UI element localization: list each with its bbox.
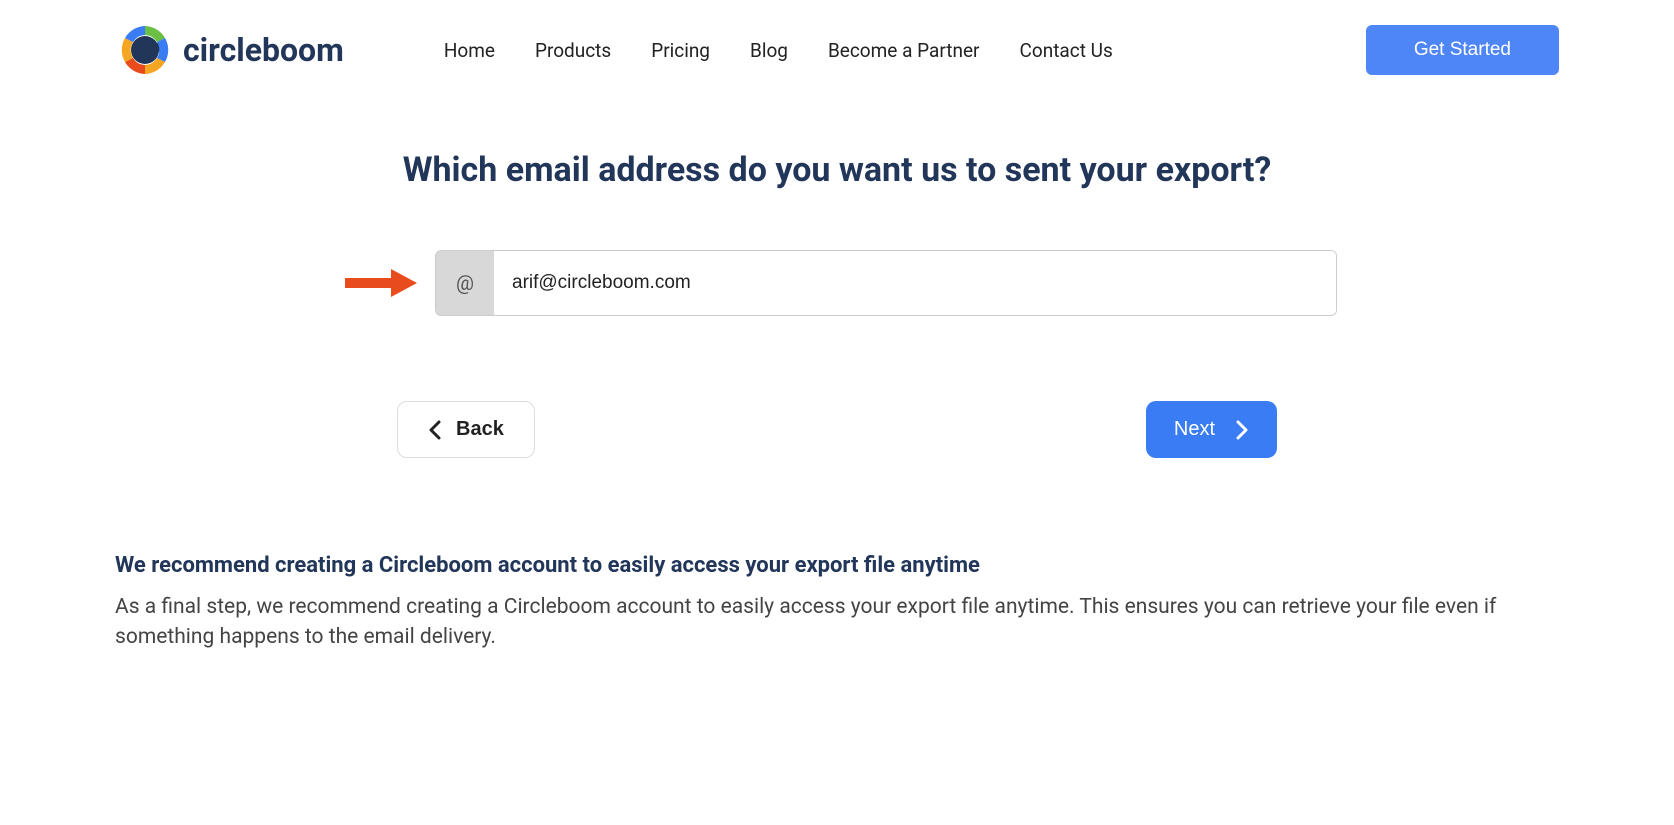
get-started-button[interactable]: Get Started xyxy=(1366,25,1559,75)
nav-blog[interactable]: Blog xyxy=(750,39,788,62)
nav-home[interactable]: Home xyxy=(444,39,495,62)
nav-buttons: Back Next xyxy=(397,401,1277,458)
circleboom-logo-icon xyxy=(115,20,175,80)
recommend-body: As a final step, we recommend creating a… xyxy=(115,592,1559,653)
logo[interactable]: circleboom xyxy=(115,20,344,80)
next-button-label: Next xyxy=(1174,418,1215,441)
at-symbol-prefix: @ xyxy=(436,251,494,315)
email-input-group: @ xyxy=(435,250,1337,316)
logo-text: circleboom xyxy=(183,31,344,69)
nav-partner[interactable]: Become a Partner xyxy=(828,39,980,62)
header: circleboom Home Products Pricing Blog Be… xyxy=(0,0,1674,100)
back-button-label: Back xyxy=(456,418,504,441)
email-input-row: @ xyxy=(337,250,1337,316)
pointer-arrow xyxy=(337,265,417,301)
main-content: Which email address do you want us to se… xyxy=(0,100,1674,653)
page-heading: Which email address do you want us to se… xyxy=(115,150,1559,190)
back-button[interactable]: Back xyxy=(397,401,535,458)
recommendation-section: We recommend creating a Circleboom accou… xyxy=(115,553,1559,653)
nav-products[interactable]: Products xyxy=(535,39,611,62)
email-field[interactable] xyxy=(494,251,1336,315)
nav-contact[interactable]: Contact Us xyxy=(1020,39,1113,62)
chevron-left-icon xyxy=(428,420,442,440)
chevron-right-icon xyxy=(1235,420,1249,440)
recommend-title: We recommend creating a Circleboom accou… xyxy=(115,553,1559,578)
next-button[interactable]: Next xyxy=(1146,401,1277,458)
nav-pricing[interactable]: Pricing xyxy=(651,39,710,62)
arrow-icon xyxy=(345,265,417,301)
main-nav: Home Products Pricing Blog Become a Part… xyxy=(444,39,1326,62)
